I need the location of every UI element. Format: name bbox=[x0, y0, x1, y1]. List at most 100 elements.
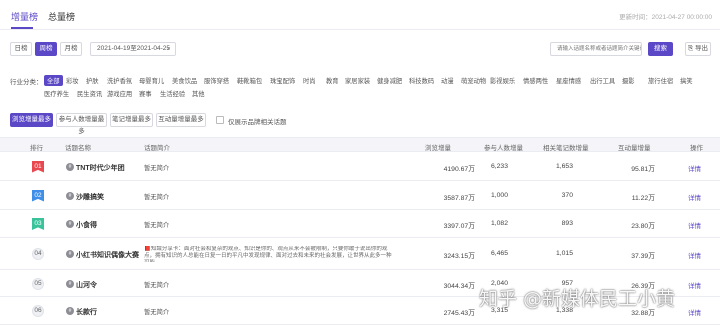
category-item[interactable]: 时尚 bbox=[303, 76, 316, 85]
brand-only-checkbox[interactable] bbox=[216, 116, 224, 124]
export-button[interactable]: ⎘ 导出 bbox=[685, 42, 711, 56]
active-tab-underline bbox=[11, 27, 33, 29]
category-item[interactable]: 科技数码 bbox=[409, 76, 434, 85]
notes-value: 957 bbox=[561, 279, 573, 287]
topic-intro: 📕知識分享卡：面对社会和复杂的观点、知识是你的、观点从来不会被限制，只要你敢于说… bbox=[144, 246, 392, 262]
col-notes: 相关笔记数增量 bbox=[543, 145, 589, 152]
daily-button[interactable]: 日榜 bbox=[10, 42, 32, 56]
category-item[interactable]: 赛事 bbox=[139, 89, 152, 98]
topic-name[interactable]: 长款行 bbox=[76, 307, 97, 317]
participants-value: 3,315 bbox=[490, 307, 508, 314]
export-label: 导出 bbox=[695, 45, 708, 52]
interactions-value: 32.88万 bbox=[631, 310, 655, 317]
category-label: 行业分类： bbox=[10, 79, 43, 86]
top-tab-bar: 增量榜 总量榜 更新时间：2021-04-27 00:00:00 bbox=[0, 0, 720, 30]
interactions-value: 26.39万 bbox=[631, 282, 655, 290]
update-time: 更新时间：2021-04-27 00:00:00 bbox=[619, 14, 712, 21]
category-item[interactable]: 美食饮品 bbox=[172, 76, 197, 85]
topic-intro: 暂无简介 bbox=[144, 164, 170, 172]
participants-value: 1,082 bbox=[490, 220, 508, 227]
category-item[interactable]: 其他 bbox=[192, 89, 205, 98]
topic-intro: 暂无简介 bbox=[144, 193, 170, 201]
category-item[interactable]: 生活经验 bbox=[160, 89, 185, 98]
topic-icon: # bbox=[66, 307, 74, 315]
category-item[interactable]: 家居家装 bbox=[345, 76, 370, 85]
participants-value: 6,233 bbox=[490, 162, 508, 170]
rank-badge: 04 bbox=[32, 248, 44, 260]
notes-value: 1,338 bbox=[555, 307, 573, 314]
topic-name[interactable]: 沙雕搞笑 bbox=[76, 192, 104, 202]
topic-icon: # bbox=[66, 220, 74, 228]
category-item[interactable]: 护肤 bbox=[86, 76, 99, 85]
category-item[interactable]: 服饰穿搭 bbox=[204, 76, 229, 85]
weekly-button[interactable]: 周榜 bbox=[35, 42, 57, 56]
interactions-value: 95.81万 bbox=[631, 165, 655, 173]
detail-link[interactable]: 详情 bbox=[688, 280, 701, 290]
date-range-value: 2021-04-19至2021-04-25 bbox=[97, 45, 170, 52]
export-icon: ⎘ bbox=[687, 45, 694, 52]
sort-button[interactable]: 浏览增量最多 bbox=[10, 113, 53, 127]
monthly-button[interactable]: 月榜 bbox=[60, 42, 82, 56]
participants-value: 1,000 bbox=[490, 191, 508, 199]
sort-button[interactable]: 参与人数增量最多 bbox=[56, 113, 107, 135]
rank-badge: 05 bbox=[32, 277, 44, 290]
category-item[interactable]: 情感两性 bbox=[523, 76, 548, 85]
topic-icon: # bbox=[66, 162, 74, 171]
sort-button[interactable]: 笔记增量最多 bbox=[110, 113, 153, 127]
search-button[interactable]: 搜索 bbox=[648, 42, 673, 56]
category-item[interactable]: 星座情感 bbox=[556, 76, 581, 85]
category-item[interactable]: 摄影 bbox=[622, 76, 635, 85]
category-item[interactable]: 动漫 bbox=[441, 76, 454, 85]
category-item[interactable]: 鞋靴箱包 bbox=[237, 76, 262, 85]
tab-increment[interactable]: 增量榜 bbox=[11, 10, 38, 23]
date-range-select[interactable]: 2021-04-19至2021-04-25 ▾ bbox=[90, 42, 176, 56]
participants-value: 2,040 bbox=[490, 279, 508, 287]
category-item[interactable]: 全部 bbox=[44, 75, 63, 86]
topic-icon: # bbox=[66, 279, 74, 288]
col-topic-intro: 话题简介 bbox=[144, 145, 170, 152]
topic-name[interactable]: 小食得 bbox=[76, 220, 97, 230]
category-item[interactable]: 出行工具 bbox=[590, 76, 615, 85]
col-participants: 参与人数增量 bbox=[484, 145, 523, 152]
category-item[interactable]: 旅行住宿 bbox=[648, 76, 673, 85]
topic-icon: # bbox=[66, 191, 74, 200]
category-item[interactable]: 萌宠动物 bbox=[461, 76, 486, 85]
rank-badge: 06 bbox=[32, 305, 44, 317]
topic-name[interactable]: 小红书知识偶像大赛 bbox=[76, 250, 139, 260]
category-item[interactable]: 医疗养生 bbox=[44, 89, 69, 98]
detail-link[interactable]: 详情 bbox=[688, 192, 701, 202]
col-topic-name: 话题名称 bbox=[65, 145, 91, 152]
interactions-value: 11.22万 bbox=[631, 194, 655, 202]
category-item[interactable]: 彩妆 bbox=[66, 76, 79, 85]
category-item[interactable]: 珠宝配饰 bbox=[270, 76, 295, 85]
topic-name[interactable]: TNT时代少年团 bbox=[76, 163, 125, 173]
tab-total[interactable]: 总量榜 bbox=[48, 10, 75, 23]
category-item[interactable]: 健身减肥 bbox=[377, 76, 402, 85]
topic-intro: 暂无简介 bbox=[144, 222, 170, 229]
category-item[interactable]: 教育 bbox=[326, 76, 339, 85]
topic-name[interactable]: 山河令 bbox=[76, 280, 97, 290]
category-item[interactable]: 游戏应用 bbox=[107, 89, 132, 98]
notes-value: 370 bbox=[561, 191, 573, 199]
brand-only-label: 仅展示品牌相关话题 bbox=[228, 119, 287, 126]
interactions-value: 23.80万 bbox=[631, 223, 655, 230]
topic-intro: 暂无简介 bbox=[144, 281, 170, 289]
category-item[interactable]: 民生资讯 bbox=[77, 89, 102, 98]
detail-link[interactable]: 详情 bbox=[688, 250, 701, 260]
topic-intro: 暂无简介 bbox=[144, 309, 170, 316]
detail-link[interactable]: 详情 bbox=[688, 307, 701, 317]
notes-value: 1,653 bbox=[555, 162, 573, 170]
category-item[interactable]: 影视娱乐 bbox=[490, 76, 515, 85]
interactions-value: 37.39万 bbox=[631, 253, 655, 260]
table-header: 排行 话题名称 话题简介 浏览增量 参与人数增量 相关笔记数增量 互动量增量 操… bbox=[0, 137, 720, 152]
detail-link[interactable]: 详情 bbox=[688, 163, 701, 173]
chevron-down-icon: ▾ bbox=[166, 46, 170, 52]
category-item[interactable]: 母婴育儿 bbox=[139, 76, 164, 85]
search-input[interactable] bbox=[550, 42, 642, 56]
participants-value: 6,465 bbox=[490, 250, 508, 257]
category-item[interactable]: 搞笑 bbox=[680, 76, 693, 85]
sort-button[interactable]: 互动量增量最多 bbox=[156, 113, 206, 127]
detail-link[interactable]: 详情 bbox=[688, 220, 701, 230]
category-item[interactable]: 洗护香氛 bbox=[107, 76, 132, 85]
notes-value: 1,015 bbox=[555, 250, 573, 257]
